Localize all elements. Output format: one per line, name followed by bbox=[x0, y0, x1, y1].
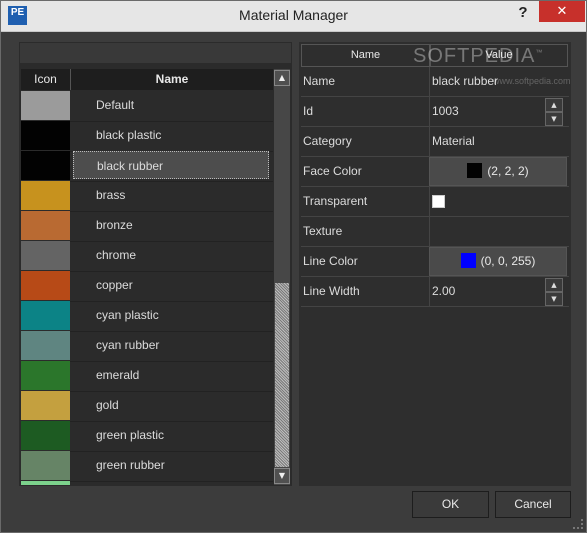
list-item[interactable]: green rubber bbox=[21, 451, 273, 482]
property-row-id: Id 1003 ▲ ▼ bbox=[301, 97, 569, 127]
line-width-spinner[interactable]: ▲ ▼ bbox=[545, 278, 563, 306]
material-name: black plastic bbox=[96, 128, 162, 142]
property-row-line-width: Line Width 2.00 ▲ ▼ bbox=[301, 277, 569, 307]
material-swatch bbox=[21, 91, 70, 120]
property-row-face-color: Face Color (2, 2, 2) bbox=[301, 157, 569, 187]
material-swatch bbox=[21, 451, 70, 480]
texture-field[interactable] bbox=[429, 217, 567, 246]
property-name-header[interactable]: Name bbox=[301, 44, 430, 67]
watermark-text: SOFTPEDIA bbox=[413, 45, 536, 67]
spin-up-icon[interactable]: ▲ bbox=[545, 278, 563, 292]
material-swatch bbox=[21, 481, 70, 485]
materials-list: Default black plastic black rubber brass bro… bbox=[21, 91, 273, 485]
property-row-line-color: Line Color (0, 0, 255) bbox=[301, 247, 569, 277]
help-button[interactable]: ? bbox=[514, 4, 532, 26]
softpedia-watermark: SOFTPEDIA™ bbox=[413, 45, 543, 68]
list-item[interactable]: cyan rubber bbox=[21, 331, 273, 362]
list-item[interactable]: green plastic bbox=[21, 421, 273, 452]
transparent-checkbox[interactable] bbox=[432, 195, 445, 208]
line-color-button[interactable]: (0, 0, 255) bbox=[429, 247, 567, 276]
material-name: cyan plastic bbox=[96, 308, 159, 322]
material-name: gold bbox=[96, 398, 119, 412]
property-label: Name bbox=[301, 67, 430, 96]
material-swatch bbox=[21, 271, 70, 300]
watermark-url: www.softpedia.com bbox=[493, 76, 571, 86]
material-swatch bbox=[21, 181, 70, 210]
material-swatch bbox=[21, 331, 70, 360]
material-swatch bbox=[21, 241, 70, 270]
property-label: Line Width bbox=[301, 277, 430, 306]
list-item[interactable]: cyan plastic bbox=[21, 301, 273, 332]
material-swatch bbox=[21, 361, 70, 390]
material-swatch bbox=[21, 121, 70, 150]
list-item[interactable]: black plastic bbox=[21, 121, 273, 152]
material-swatch bbox=[21, 421, 70, 450]
category-field[interactable]: Material bbox=[429, 127, 567, 156]
material-swatch bbox=[21, 391, 70, 420]
spin-up-icon[interactable]: ▲ bbox=[545, 98, 563, 112]
material-swatch bbox=[21, 151, 70, 180]
title-bar: PE Material Manager ? ✕ bbox=[1, 1, 586, 32]
material-name: green plastic bbox=[96, 428, 165, 442]
scroll-thumb[interactable] bbox=[275, 283, 289, 467]
scroll-down-icon[interactable]: ▼ bbox=[274, 468, 290, 484]
face-color-value: (2, 2, 2) bbox=[487, 164, 529, 178]
property-label: Texture bbox=[301, 217, 430, 246]
property-label: Line Color bbox=[301, 247, 430, 276]
line-color-value: (0, 0, 255) bbox=[480, 254, 536, 268]
material-swatch bbox=[21, 211, 70, 240]
face-color-button[interactable]: (2, 2, 2) bbox=[429, 157, 567, 186]
material-name: bronze bbox=[96, 218, 133, 232]
property-label: Category bbox=[301, 127, 430, 156]
list-item[interactable]: emerald bbox=[21, 361, 273, 392]
watermark-tm: ™ bbox=[535, 49, 544, 57]
cancel-button[interactable]: Cancel bbox=[495, 491, 571, 518]
scroll-up-icon[interactable]: ▲ bbox=[274, 70, 290, 86]
list-item[interactable]: bronze bbox=[21, 211, 273, 242]
window-title: Material Manager bbox=[239, 7, 348, 23]
name-column-header[interactable]: Name bbox=[71, 69, 273, 90]
spin-down-icon[interactable]: ▼ bbox=[545, 292, 563, 306]
list-item[interactable]: Default bbox=[21, 91, 273, 122]
property-row-transparent: Transparent bbox=[301, 187, 569, 217]
material-name: emerald bbox=[96, 368, 140, 382]
resize-grip-icon[interactable] bbox=[573, 519, 583, 529]
line-color-swatch bbox=[460, 253, 476, 269]
property-label: Transparent bbox=[301, 187, 430, 216]
materials-list-panel: Icon Name Default black plastic black rubb… bbox=[19, 42, 292, 486]
id-spinner[interactable]: ▲ ▼ bbox=[545, 98, 563, 126]
filter-bar[interactable] bbox=[20, 43, 291, 63]
ok-button[interactable]: OK bbox=[412, 491, 489, 518]
properties-panel: Name Value Name black rubber Id 1003 ▲ ▼ … bbox=[299, 42, 571, 486]
property-row-texture: Texture bbox=[301, 217, 569, 247]
material-name: chrome bbox=[96, 248, 137, 262]
material-swatch bbox=[21, 301, 70, 330]
material-name: cyan rubber bbox=[96, 338, 160, 352]
icon-column-header[interactable]: Icon bbox=[21, 69, 71, 90]
material-name bbox=[73, 481, 269, 485]
face-color-swatch bbox=[467, 163, 483, 179]
list-scrollbar[interactable]: ▲ ▼ bbox=[274, 69, 290, 485]
material-name: brass bbox=[96, 188, 126, 202]
spin-down-icon[interactable]: ▼ bbox=[545, 112, 563, 126]
property-row-category: Category Material bbox=[301, 127, 569, 157]
material-name: copper bbox=[96, 278, 133, 292]
material-name: Default bbox=[96, 98, 135, 112]
list-item[interactable]: copper bbox=[21, 271, 273, 302]
material-manager-window: PE Material Manager ? ✕ Icon Name Defaul… bbox=[0, 0, 587, 533]
material-name: black rubber bbox=[73, 151, 269, 179]
list-item[interactable]: chrome bbox=[21, 241, 273, 272]
list-item[interactable]: brass bbox=[21, 181, 273, 212]
property-label: Face Color bbox=[301, 157, 430, 186]
list-item[interactable] bbox=[21, 481, 273, 485]
list-item[interactable]: gold bbox=[21, 391, 273, 422]
material-name: green rubber bbox=[96, 458, 165, 472]
property-label: Id bbox=[301, 97, 430, 126]
close-button[interactable]: ✕ bbox=[539, 1, 585, 22]
list-item[interactable]: black rubber bbox=[21, 151, 273, 182]
